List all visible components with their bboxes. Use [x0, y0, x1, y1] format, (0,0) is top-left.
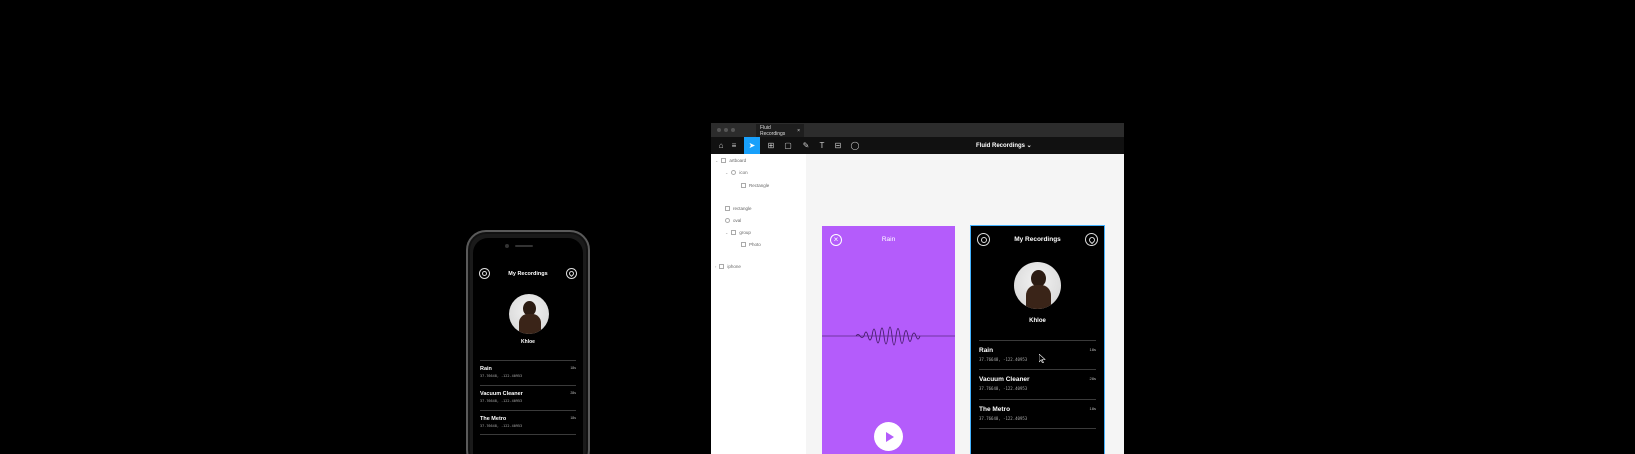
phone-mockup: My Recordings Khloe Rain 18s 37.76648, -…: [466, 230, 590, 454]
recordings-list: Rain 18s 37.76648, -122.40953 Vacuum Cle…: [480, 360, 576, 450]
recording-title: The Metro: [480, 416, 507, 422]
location-pin-icon[interactable]: [1085, 233, 1098, 246]
recording-duration: 28s: [1089, 376, 1096, 381]
recording-coords: 37.76648, -122.40953: [979, 357, 1028, 362]
layer-item[interactable]: ⌄ icon: [725, 170, 748, 175]
layer-item[interactable]: oval: [725, 218, 741, 223]
layers-panel: ⌄ artboard ⌄ icon Rectangle rectangle oval…: [711, 154, 806, 454]
layer-item[interactable]: rectangle: [725, 206, 752, 211]
frame-tool-icon[interactable]: ⊞: [763, 137, 779, 154]
recording-title: Vacuum Cleaner: [979, 376, 1030, 383]
comment-tool-icon[interactable]: ◯: [847, 137, 863, 154]
tab-bar: Fluid Recordings ×: [711, 123, 1124, 137]
rain-frame[interactable]: × Rain: [822, 226, 955, 454]
waveform: [822, 326, 955, 346]
list-item[interactable]: Rain 18s 37.76648, -122.40953: [979, 340, 1096, 369]
tab-label: Fluid Recordings: [760, 124, 786, 137]
page-title: My Recordings: [508, 270, 548, 277]
move-tool-icon[interactable]: ➤: [744, 137, 760, 154]
figma-window: Fluid Recordings × ⌂ ≡ ➤ ⊞ ▢ ✎ T ⊟ ◯ Flu…: [711, 123, 1124, 454]
layer-item[interactable]: ⌄ group: [725, 230, 751, 235]
layer-item[interactable]: Photo: [741, 242, 761, 247]
tab-fluid-recordings[interactable]: Fluid Recordings ×: [756, 124, 804, 137]
recording-coords: 37.76648, -122.40953: [480, 399, 523, 403]
close-icon[interactable]: ×: [797, 128, 800, 134]
speaker-icon: [515, 245, 533, 247]
camera-icon: [505, 244, 509, 248]
recording-coords: 37.76648, -122.40953: [480, 424, 523, 428]
mouse-cursor-icon: [1039, 354, 1046, 363]
user-name: Khloe: [1029, 318, 1046, 324]
recordings-frame[interactable]: My Recordings Khloe Rain 18s 37.76648, -…: [970, 225, 1105, 454]
recordings-list: Rain 18s 37.76648, -122.40953 Vacuum Cle…: [979, 340, 1096, 430]
recording-duration: 18s: [570, 416, 576, 420]
shape-tool-icon[interactable]: ▢: [780, 137, 796, 154]
recording-duration: 18s: [1089, 406, 1096, 411]
pen-tool-icon[interactable]: ✎: [798, 137, 814, 154]
avatar: [509, 294, 549, 334]
recording-duration: 18s: [570, 366, 576, 370]
window-controls[interactable]: [717, 128, 735, 132]
recording-duration: 28s: [570, 391, 576, 395]
recording-coords: 37.76648, -122.40953: [480, 374, 523, 378]
stage: My Recordings Khloe Rain 18s 37.76648, -…: [0, 0, 1635, 454]
file-name[interactable]: Fluid Recordings ⌄: [976, 137, 1032, 154]
list-item[interactable]: Rain 18s 37.76648, -122.40953: [480, 360, 576, 385]
avatar: [1014, 262, 1061, 309]
recording-coords: 37.76648, -122.40953: [979, 386, 1028, 391]
frame-title: Rain: [881, 236, 896, 243]
play-icon: [885, 431, 894, 442]
toolbar: ⌂ ≡ ➤ ⊞ ▢ ✎ T ⊟ ◯ Fluid Recordings ⌄: [711, 137, 1124, 154]
recording-title: The Metro: [979, 406, 1011, 413]
location-pin-icon[interactable]: [566, 268, 577, 279]
layer-item[interactable]: › iphone: [715, 264, 741, 269]
recording-title: Rain: [979, 347, 994, 354]
recording-coords: 37.76648, -122.40953: [979, 416, 1028, 421]
list-item[interactable]: The Metro 18s 37.76648, -122.40953: [979, 399, 1096, 429]
recording-duration: 18s: [1089, 347, 1096, 352]
recording-title: Rain: [480, 366, 492, 372]
canvas[interactable]: × Rain My Recordings Khloe Rain 18s 37.7…: [806, 154, 1124, 454]
user-name: Khloe: [521, 339, 535, 345]
list-item[interactable]: Vacuum Cleaner 28s 37.76648, -122.40953: [480, 385, 576, 410]
layer-item[interactable]: ⌄ artboard: [715, 158, 746, 163]
frame-title: My Recordings: [1014, 236, 1061, 243]
recording-title: Vacuum Cleaner: [480, 391, 523, 397]
play-button[interactable]: [874, 422, 903, 451]
menu-icon[interactable]: ≡: [726, 137, 742, 154]
phone-notch: [505, 243, 555, 249]
text-tool-icon[interactable]: T: [814, 137, 830, 154]
list-item[interactable]: Vacuum Cleaner 28s 37.76648, -122.40953: [979, 369, 1096, 399]
component-icon[interactable]: ⊟: [830, 137, 846, 154]
layer-item[interactable]: Rectangle: [741, 183, 769, 188]
phone-screen: My Recordings Khloe Rain 18s 37.76648, -…: [473, 238, 583, 454]
list-item[interactable]: The Metro 18s 37.76648, -122.40953: [480, 410, 576, 435]
